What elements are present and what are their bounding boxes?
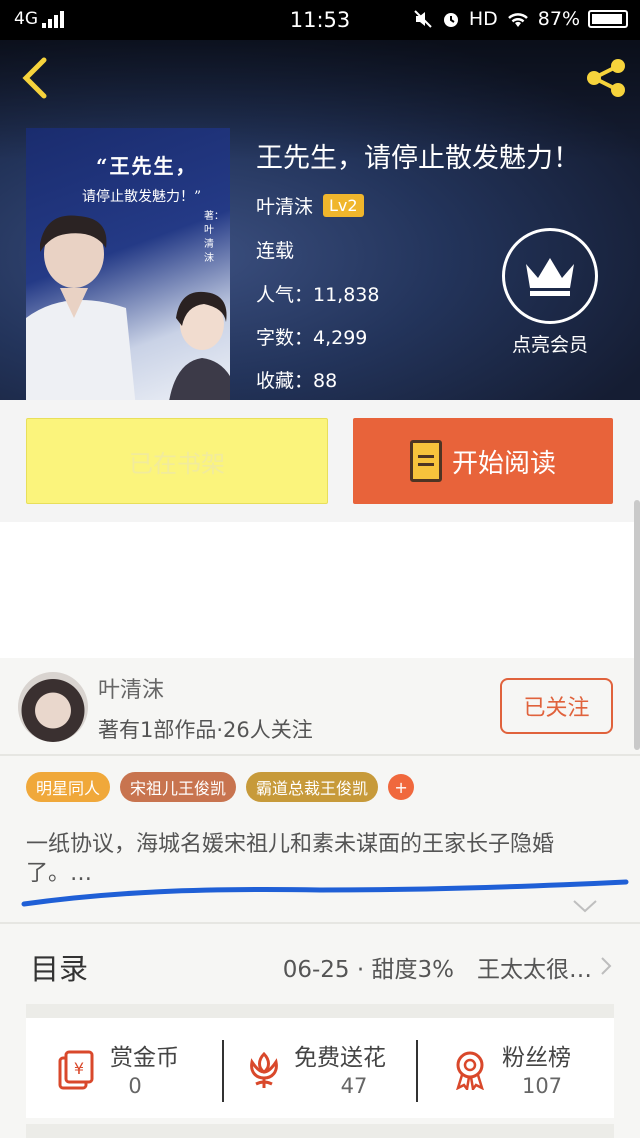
table-of-contents-row[interactable]: 目录 06-25 · 甜度3% 王太太很… <box>0 934 640 998</box>
reward-coins-button[interactable]: ¥ 赏金币 0 <box>26 1038 216 1108</box>
vip-circle <box>502 228 598 324</box>
free-flower-button[interactable]: 免费送花 47 <box>234 1038 424 1108</box>
followed-button[interactable]: 已关注 <box>500 678 613 734</box>
share-button[interactable] <box>582 54 630 102</box>
stat-label: 粉丝榜 <box>502 1045 571 1071</box>
tag-list: 明星同人 宋祖儿王俊凯 霸道总裁王俊凯 + <box>26 772 415 802</box>
level-badge: Lv2 <box>323 194 364 217</box>
ribbon-medal-icon <box>456 1051 484 1090</box>
back-button[interactable] <box>18 56 54 100</box>
cover-subtitle: 请停止散发魅力！” <box>82 189 202 205</box>
author-name[interactable]: 叶清沫 <box>256 192 313 219</box>
author-row: 叶清沫 Lv2 <box>256 192 364 219</box>
status-bar: 4G 11:53 HD 87% <box>0 0 640 40</box>
hd-label: HD <box>468 8 498 30</box>
author-card-name[interactable]: 叶清沫 <box>98 672 164 704</box>
avatar[interactable] <box>18 672 88 742</box>
chevron-left-icon <box>22 57 47 99</box>
flower-icon <box>250 1051 278 1088</box>
battery-percent: 87% <box>537 8 580 30</box>
scrollbar[interactable] <box>634 500 640 750</box>
wifi-icon <box>507 13 528 27</box>
fan-ranking-button[interactable]: 粉丝榜 107 <box>426 1038 616 1108</box>
book-detail-page: 4G 11:53 HD 87% “王先生， 请停止散发魅力！” 著：叶清沫 王先… <box>0 0 640 1138</box>
start-reading-button[interactable]: 开始阅读 <box>353 418 613 504</box>
tag[interactable]: 宋祖儿王俊凯 <box>120 772 237 802</box>
coin-envelope-icon: ¥ <box>58 1050 94 1090</box>
latest-chapter: 06-25 · 甜度3% 王太太很… <box>282 957 592 983</box>
divider <box>0 754 640 756</box>
action-bar: 已在书架 开始阅读 <box>0 400 640 522</box>
book-cover[interactable]: “王先生， 请停止散发魅力！” 著：叶清沫 <box>26 128 230 400</box>
stat-separator <box>416 1040 418 1102</box>
mute-icon <box>414 10 432 28</box>
vip-button[interactable]: 点亮会员 <box>500 228 600 357</box>
divider <box>0 922 640 924</box>
svg-text:¥: ¥ <box>74 1059 84 1078</box>
book-title: 王先生，请停止散发魅力！ <box>256 143 580 174</box>
stat-value: 47 <box>340 1074 368 1098</box>
section-gap <box>26 1124 614 1138</box>
crown-icon <box>526 258 574 296</box>
cover-title: “王先生， <box>96 154 198 178</box>
popularity: 人气：11,838 <box>256 284 380 306</box>
favorites-count: 收藏：88 <box>256 370 338 392</box>
stats-bar: ¥ 赏金币 0 免费送花 47 粉丝榜 107 <box>26 1018 614 1118</box>
stat-label: 赏金币 <box>110 1045 179 1071</box>
battery-icon <box>588 10 628 28</box>
alarm-icon <box>443 13 458 27</box>
tag[interactable]: 霸道总裁王俊凯 <box>246 772 379 802</box>
chevron-down-icon[interactable] <box>572 898 598 914</box>
blank-area <box>0 522 640 658</box>
author-works: 著有1部作品·26人关注 <box>98 718 313 742</box>
start-reading-label: 开始阅读 <box>451 448 556 479</box>
share-icon <box>587 59 625 97</box>
stat-label: 免费送花 <box>294 1045 386 1071</box>
cover-person-male <box>26 215 136 400</box>
stat-value: 107 <box>521 1074 563 1098</box>
more-tags-button[interactable]: + <box>388 774 415 800</box>
chevron-right-icon <box>601 957 612 975</box>
book-header: “王先生， 请停止散发魅力！” 著：叶清沫 王先生，请停止散发魅力！ 叶清沫 L… <box>0 40 640 400</box>
status-icons: HD 87% <box>413 8 628 30</box>
word-count: 字数：4,299 <box>256 327 368 349</box>
vip-label: 点亮会员 <box>511 334 588 356</box>
cover-person-female <box>169 291 230 400</box>
serial-status: 连载 <box>256 240 295 262</box>
details-card: 叶清沫 著有1部作品·26人关注 已关注 明星同人 宋祖儿王俊凯 霸道总裁王俊凯… <box>0 658 640 1138</box>
cover-author: 著：叶清沫 <box>204 211 224 264</box>
book-icon <box>409 440 442 482</box>
stat-value: 0 <box>128 1074 142 1098</box>
toc-label: 目录 <box>30 952 89 986</box>
hand-drawn-underline <box>21 879 629 907</box>
in-bookshelf-button[interactable]: 已在书架 <box>26 418 328 504</box>
stat-separator <box>222 1040 224 1102</box>
section-gap <box>26 1004 614 1018</box>
tag[interactable]: 明星同人 <box>26 772 111 802</box>
